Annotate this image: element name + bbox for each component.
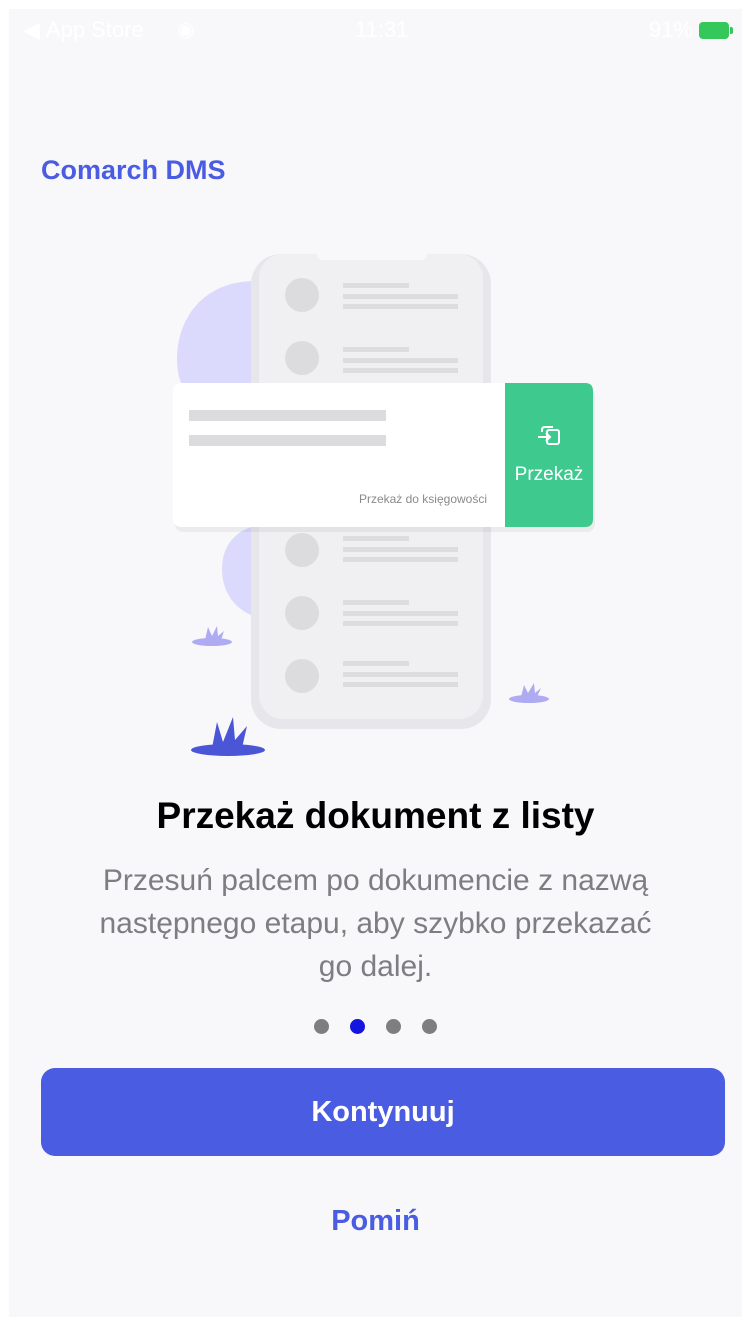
back-to-app-store[interactable]: ◀ App Store bbox=[23, 17, 144, 43]
page-indicator[interactable] bbox=[9, 1019, 742, 1034]
onboarding-title: Przekaż dokument z listy bbox=[156, 795, 595, 836]
phone-notch bbox=[317, 248, 427, 260]
page-dot-active[interactable] bbox=[350, 1019, 365, 1034]
status-bar: ◀ App Store ◉ 11:31 91% bbox=[9, 9, 742, 53]
eye-icon: ◉ bbox=[177, 19, 195, 41]
back-label: App Store bbox=[45, 17, 144, 42]
status-time: 11:31 bbox=[355, 17, 409, 42]
skip-button[interactable]: Pomiń bbox=[9, 1205, 742, 1238]
onboarding-screen: ◀ App Store ◉ 11:31 91% Comarch DMS Prze… bbox=[9, 9, 742, 1317]
battery-icon bbox=[699, 22, 733, 39]
grass-decoration bbox=[192, 626, 232, 646]
card-hint-text: Przekaż do księgowości bbox=[359, 492, 487, 506]
page-dot[interactable] bbox=[386, 1019, 401, 1034]
battery-percent: 91% bbox=[649, 17, 694, 42]
grass-decoration bbox=[509, 683, 549, 703]
back-arrow-icon: ◀ bbox=[23, 17, 40, 42]
continue-button[interactable]: Kontynuuj bbox=[41, 1068, 725, 1156]
swipe-illustration: Przekaż do księgowości Przekaż bbox=[173, 248, 595, 756]
onboarding-description: Przesuń palcem po dokumencie z nazwą nas… bbox=[99, 864, 652, 983]
transfer-action: Przekaż bbox=[505, 383, 593, 527]
page-dot[interactable] bbox=[422, 1019, 437, 1034]
action-label: Przekaż bbox=[515, 464, 584, 485]
page-dot[interactable] bbox=[314, 1019, 329, 1034]
app-title: Comarch DMS bbox=[41, 155, 226, 185]
grass-decoration bbox=[191, 717, 265, 756]
